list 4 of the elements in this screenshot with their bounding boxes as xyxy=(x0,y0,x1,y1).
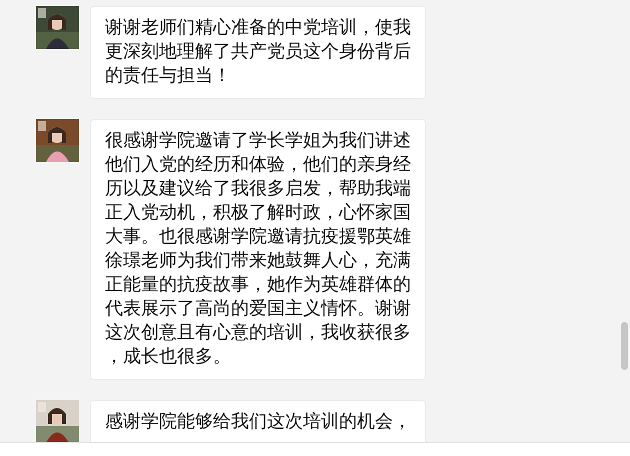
message-bubble[interactable]: 感谢学院能够给我们这次培训的机会， xyxy=(90,400,426,442)
scrollbar-thumb[interactable] xyxy=(621,322,628,370)
message-bubble[interactable]: 谢谢老师们精心准备的中党培训，使我更深刻地理解了共产党员这个身份背后的责任与担当！ xyxy=(90,6,426,99)
message-bubble[interactable]: 很感谢学院邀请了学长学姐为我们讲述他们入党的经历和体验，他们的亲身经历以及建议给了我很多启发，帮助我端正入党动机，积极了解时政，心怀家国大事。也很感谢学院邀请抗疫援鄂英雄徐璟老师为我们带来她鼓舞人心，充满正能量的抗疫故事，她作为英雄群体的代表展示了高尚的爱国主义情怀。谢谢这次创意且有心意的培训，我收获很多，成长也很多。 xyxy=(90,119,426,380)
